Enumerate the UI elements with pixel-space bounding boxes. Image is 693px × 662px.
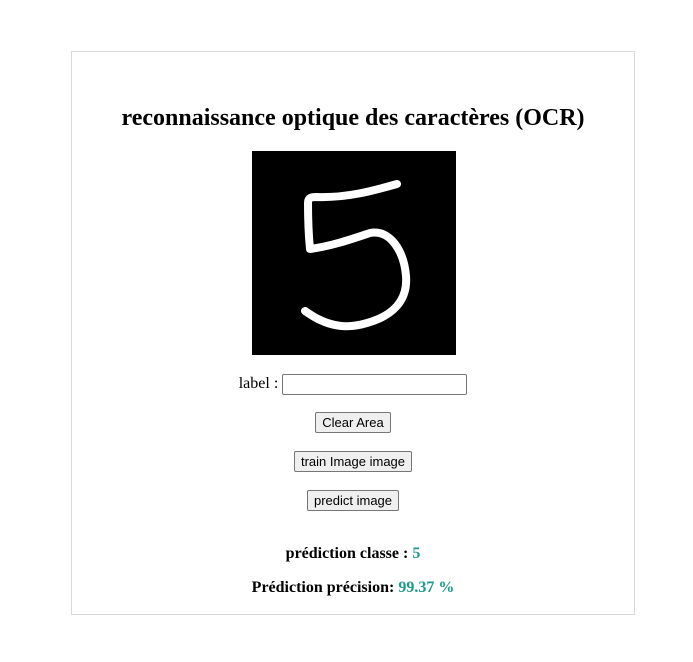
drawing-canvas[interactable] xyxy=(252,151,456,355)
prediction-precision: Prédiction précision: 99.37 % xyxy=(72,578,634,598)
prediction-class-label: prédiction classe : xyxy=(285,545,409,562)
prediction-class: prédiction classe : 5 xyxy=(72,544,634,564)
train-image-button[interactable]: train Image image xyxy=(293,451,413,472)
clear-row: Clear Area xyxy=(72,412,634,433)
label-input[interactable] xyxy=(282,373,468,395)
prediction-class-value: 5 xyxy=(412,545,421,562)
train-row: train Image image xyxy=(72,451,634,472)
predict-image-button[interactable]: predict image xyxy=(306,490,400,511)
label-row: label : xyxy=(72,373,634,395)
handwritten-digit-five xyxy=(301,180,411,331)
label-text: label : xyxy=(238,375,279,392)
prediction-precision-label: Prédiction précision: xyxy=(251,579,395,596)
ocr-card: reconnaissance optique des caractères (O… xyxy=(71,51,635,615)
prediction-precision-value: 99.37 % xyxy=(398,579,455,596)
clear-area-button[interactable]: Clear Area xyxy=(315,412,391,433)
predict-row: predict image xyxy=(72,490,634,511)
page-title: reconnaissance optique des caractères (O… xyxy=(121,105,585,131)
